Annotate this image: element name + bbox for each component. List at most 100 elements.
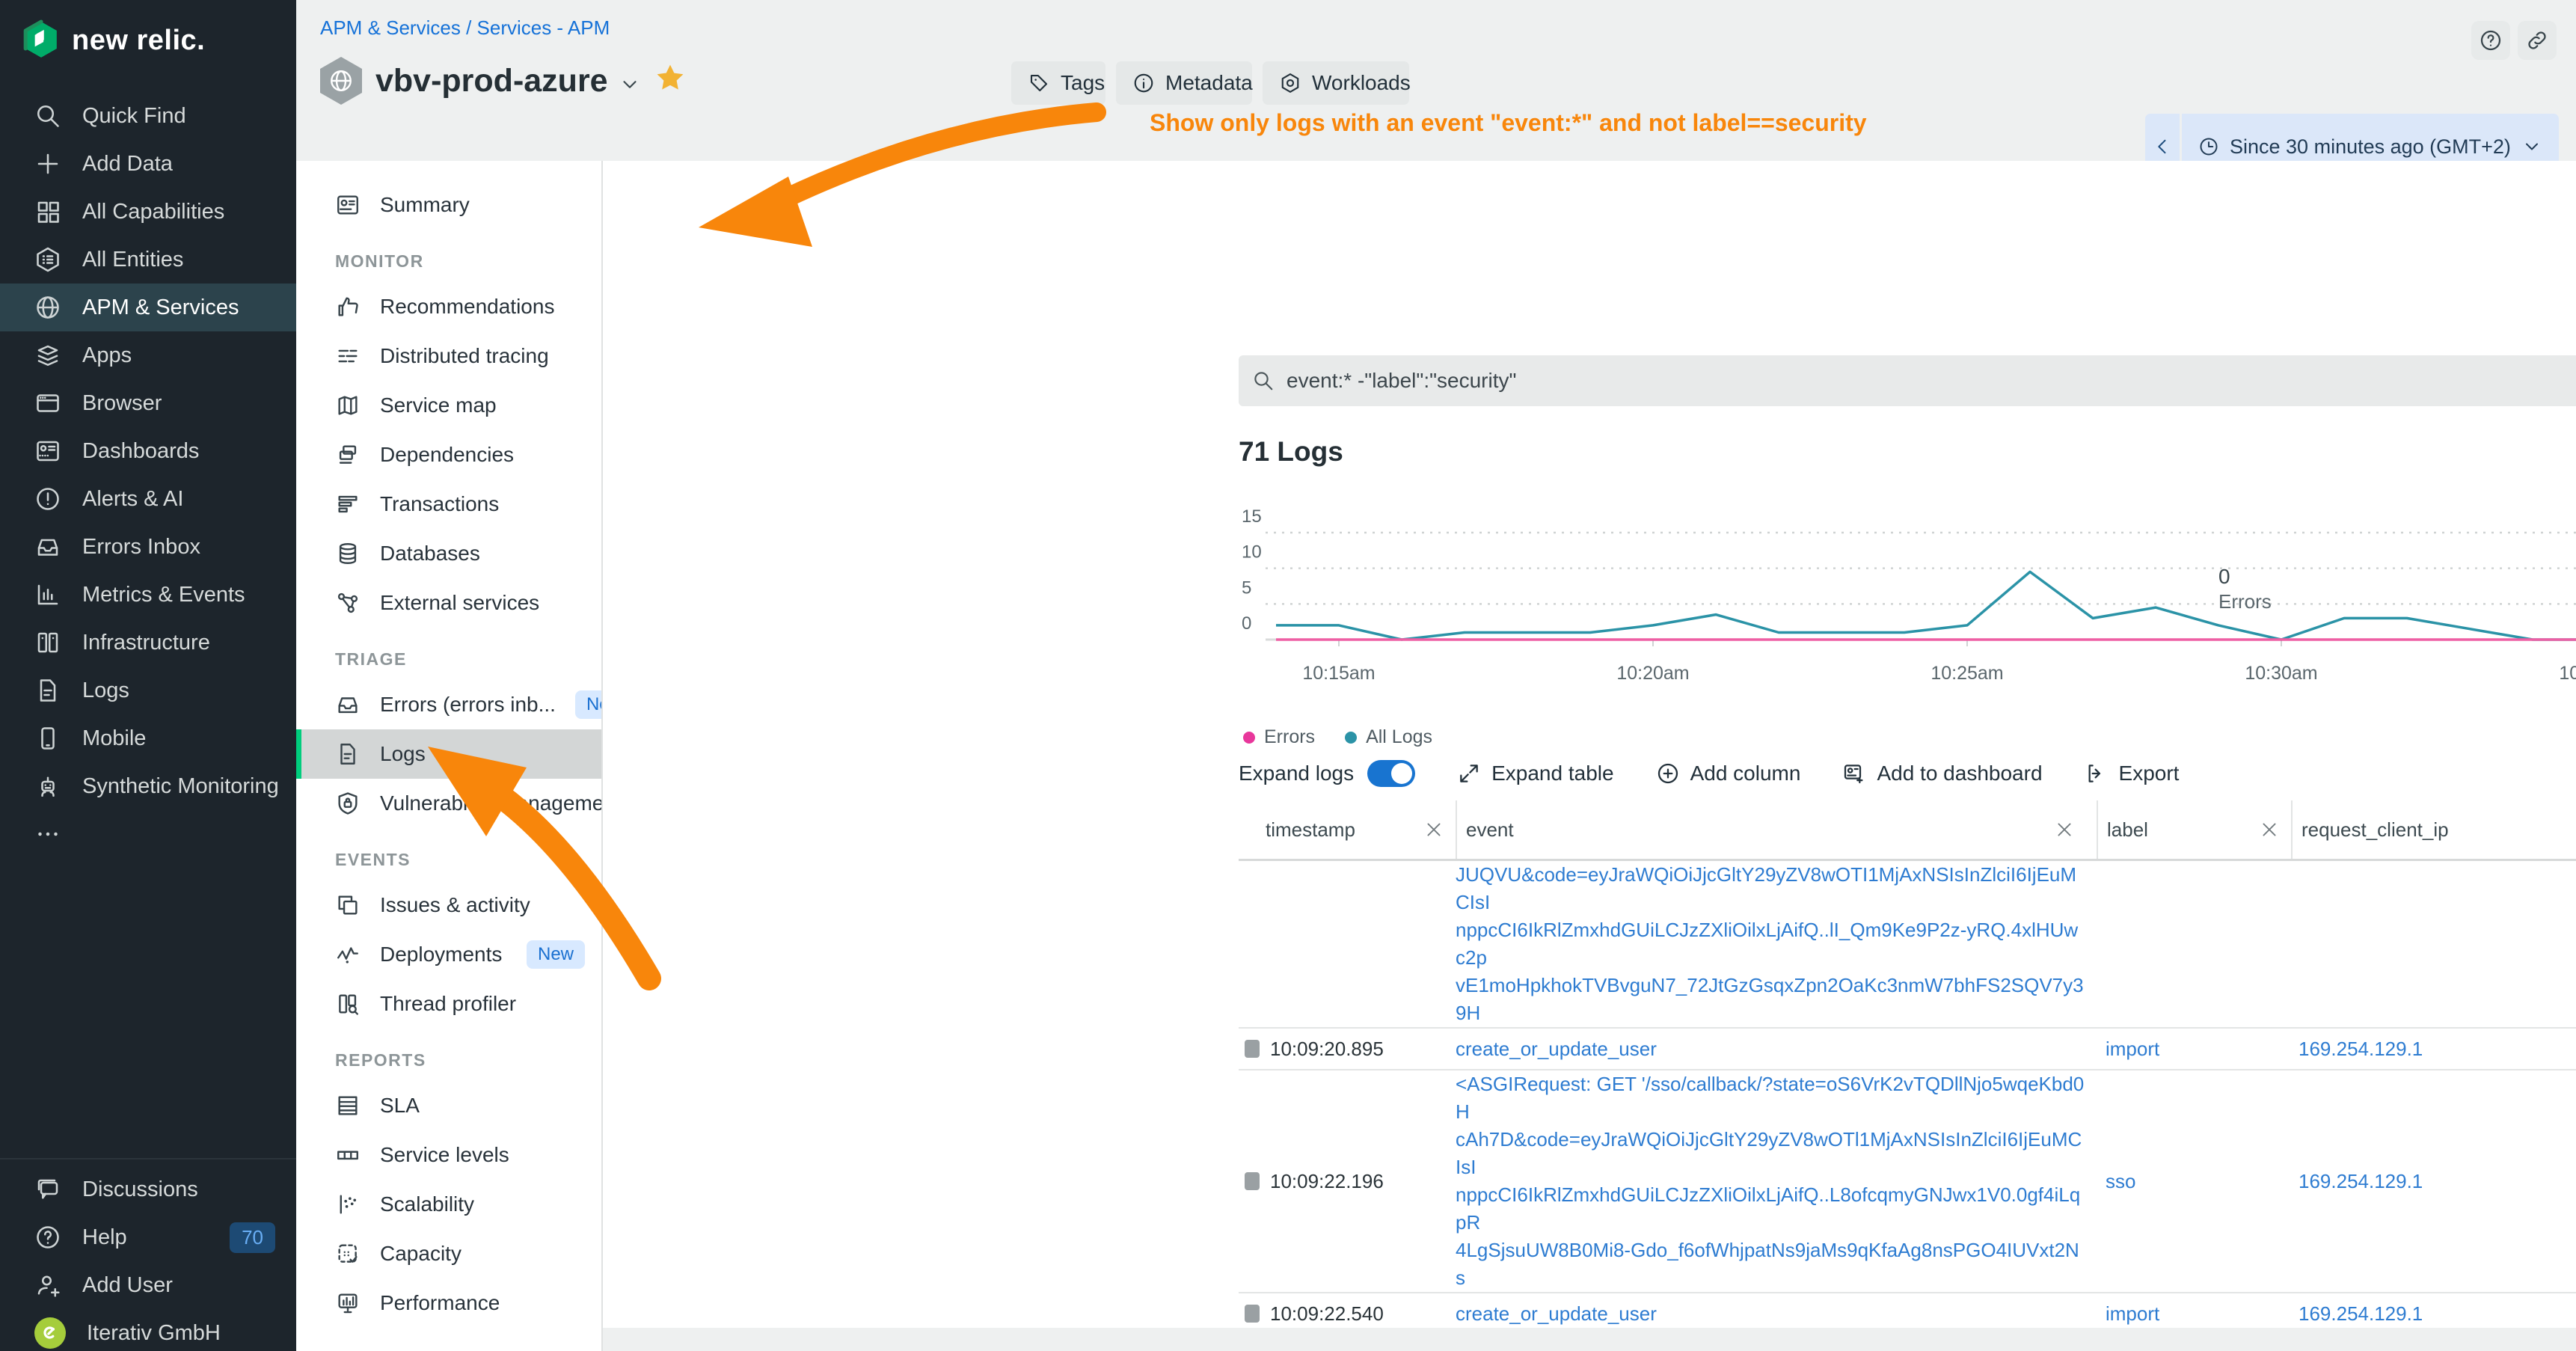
sidebar-item-ellipsis[interactable]: [0, 810, 296, 858]
sidebar-item-dashboards[interactable]: Dashboards: [0, 427, 296, 475]
subnav-item-errors-errors-inb[interactable]: Errors (errors inb...New: [296, 680, 601, 729]
copy-link-button[interactable]: [2518, 21, 2557, 60]
plus-circle-icon: [1656, 762, 1680, 785]
map-icon: [335, 393, 361, 418]
event-link[interactable]: create_or_update_user: [1456, 1038, 1657, 1060]
event-link[interactable]: JUQVU&code=eyJraWQiOiJjcGltY29yZV8wOTI1M…: [1456, 857, 2084, 1031]
alert-icon: [34, 485, 61, 512]
export-label: Export: [2119, 762, 2180, 785]
subnav-item-deployments[interactable]: DeploymentsNew: [296, 930, 601, 979]
subnav-item-vulnerability-management[interactable]: Vulnerability Management: [296, 779, 601, 828]
export-button[interactable]: Export: [2085, 762, 2180, 785]
help-icon: [34, 1224, 61, 1251]
column-header-label[interactable]: label: [2097, 800, 2291, 859]
ip-link[interactable]: 169.254.129.1: [2299, 1170, 2423, 1192]
sidebar-item-mobile[interactable]: Mobile: [0, 714, 296, 762]
doc-icon: [335, 741, 361, 767]
label-link[interactable]: import: [2106, 1302, 2159, 1325]
subnav-item-capacity[interactable]: Capacity: [296, 1229, 601, 1278]
column-header-timestamp[interactable]: timestamp: [1239, 800, 1456, 859]
breadcrumb-apm-services[interactable]: APM & Services: [320, 16, 461, 39]
column-header-event[interactable]: event: [1456, 800, 2097, 859]
sidebar-item-all-capabilities[interactable]: All Capabilities: [0, 188, 296, 236]
workloads-button[interactable]: Workloads: [1263, 61, 1409, 105]
event-link[interactable]: create_or_update_user: [1456, 1302, 1657, 1325]
subnav-item-external-services[interactable]: External services: [296, 578, 601, 628]
subnav-item-sla[interactable]: SLA: [296, 1081, 601, 1130]
subnav-section-triage: TRIAGEErrors (errors inb...NewLogsVulner…: [296, 638, 601, 828]
table-row[interactable]: 10:09:22.196<ASGIRequest: GET '/sso/call…: [1239, 1070, 2576, 1293]
sidebar-item-apps[interactable]: Apps: [0, 331, 296, 379]
sidebar-item-discussions[interactable]: Discussions: [0, 1165, 296, 1213]
sidebar-item-metrics-events[interactable]: Metrics & Events: [0, 571, 296, 619]
sidebar-item-synthetic-monitoring[interactable]: Synthetic Monitoring: [0, 762, 296, 810]
breadcrumb-services-apm[interactable]: Services - APM: [477, 16, 610, 39]
subnav-item-performance[interactable]: Performance: [296, 1278, 601, 1328]
logs-search-bar: [1239, 355, 2576, 406]
clock-icon: [2198, 136, 2219, 157]
person-plus-icon: [34, 1272, 61, 1299]
sidebar-item-apm-services[interactable]: APM & Services: [0, 284, 296, 331]
new-relic-logo[interactable]: new relic.: [22, 19, 205, 61]
gauge-icon: [335, 192, 361, 218]
tags-button[interactable]: Tags: [1011, 61, 1105, 105]
sidebar-item-add-user[interactable]: Add User: [0, 1261, 296, 1309]
label-cell: import: [2097, 1302, 2291, 1326]
sidebar-item-infrastructure[interactable]: Infrastructure: [0, 619, 296, 667]
subnav-item-summary[interactable]: Summary: [296, 180, 601, 230]
ip-link[interactable]: 169.254.129.1: [2299, 1038, 2423, 1060]
subnav-item-issues-activity[interactable]: Issues & activity: [296, 880, 601, 930]
subnav-item-scalability[interactable]: Scalability: [296, 1180, 601, 1229]
subnav-item-distributed-tracing[interactable]: Distributed tracing: [296, 331, 601, 381]
add-to-dashboard-button[interactable]: Add to dashboard: [1842, 762, 2042, 785]
expand-logs-toggle[interactable]: [1367, 760, 1415, 787]
workloads-label: Workloads: [1312, 71, 1411, 95]
ip-link[interactable]: 169.254.129.1: [2299, 1302, 2423, 1325]
expand-logs-control: Expand logs: [1239, 760, 1415, 787]
expand-table-button[interactable]: Expand table: [1457, 762, 1613, 785]
remove-column-icon[interactable]: [2260, 820, 2279, 839]
sidebar-nav: Quick FindAdd DataAll CapabilitiesAll En…: [0, 92, 296, 858]
logs-chart[interactable]: 15105010:15am10:20am10:25am10:30am10:35a…: [1239, 494, 2576, 718]
sidebar-item-quick-find[interactable]: Quick Find: [0, 92, 296, 140]
doc-icon: [34, 677, 61, 704]
sidebar-item-iterativ-gmbh[interactable]: Iterativ GmbH: [0, 1309, 296, 1351]
column-header-request-client-ip[interactable]: request_client_ip: [2291, 800, 2576, 859]
grid-icon: [34, 198, 61, 225]
sidebar-item-errors-inbox[interactable]: Errors Inbox: [0, 523, 296, 571]
subnav-item-recommendations[interactable]: Recommendations: [296, 282, 601, 331]
add-column-button[interactable]: Add column: [1656, 762, 1801, 785]
thread-icon: [335, 991, 361, 1017]
servers-icon: [34, 629, 61, 656]
subnav-item-service-map[interactable]: Service map: [296, 381, 601, 430]
subnav-item-transactions[interactable]: Transactions: [296, 480, 601, 529]
subnav-item-service-levels[interactable]: Service levels: [296, 1130, 601, 1180]
breadcrumb: APM & Services / Services - APM: [320, 16, 610, 40]
remove-column-icon[interactable]: [1424, 820, 1444, 839]
legend-label: All Logs: [1366, 726, 1432, 748]
sidebar-item-alerts-ai[interactable]: Alerts & AI: [0, 475, 296, 523]
metadata-button[interactable]: Metadata: [1116, 61, 1252, 105]
help-circle-button[interactable]: [2471, 21, 2510, 60]
sidebar-item-add-data[interactable]: Add Data: [0, 140, 296, 188]
event-link[interactable]: <ASGIRequest: GET '/sso/callback/?state=…: [1456, 1066, 2084, 1296]
legend-item-errors[interactable]: Errors: [1243, 726, 1315, 748]
subnav-item-databases[interactable]: Databases: [296, 529, 601, 578]
entity-title[interactable]: vbv-prod-azure: [375, 63, 641, 99]
sidebar-item-help[interactable]: Help70: [0, 1213, 296, 1261]
label-link[interactable]: sso: [2106, 1170, 2135, 1192]
favorite-star-icon[interactable]: [654, 61, 687, 94]
logs-query-input[interactable]: [1275, 369, 2576, 393]
sidebar-item-logs[interactable]: Logs: [0, 667, 296, 714]
chevron-down-icon[interactable]: [619, 73, 641, 96]
subnav-item-logs[interactable]: Logs: [296, 729, 601, 779]
legend-item-all-logs[interactable]: All Logs: [1345, 726, 1432, 748]
remove-column-icon[interactable]: [2055, 820, 2074, 839]
sidebar-item-browser[interactable]: Browser: [0, 379, 296, 427]
table-row[interactable]: 10:09:20.895create_or_update_userimport1…: [1239, 1029, 2576, 1070]
sidebar-item-all-entities[interactable]: All Entities: [0, 236, 296, 284]
table-row[interactable]: JUQVU&code=eyJraWQiOiJjcGltY29yZV8wOTI1M…: [1239, 861, 2576, 1029]
label-link[interactable]: import: [2106, 1038, 2159, 1060]
subnav-item-thread-profiler[interactable]: Thread profiler: [296, 979, 601, 1029]
subnav-item-dependencies[interactable]: Dependencies: [296, 430, 601, 480]
